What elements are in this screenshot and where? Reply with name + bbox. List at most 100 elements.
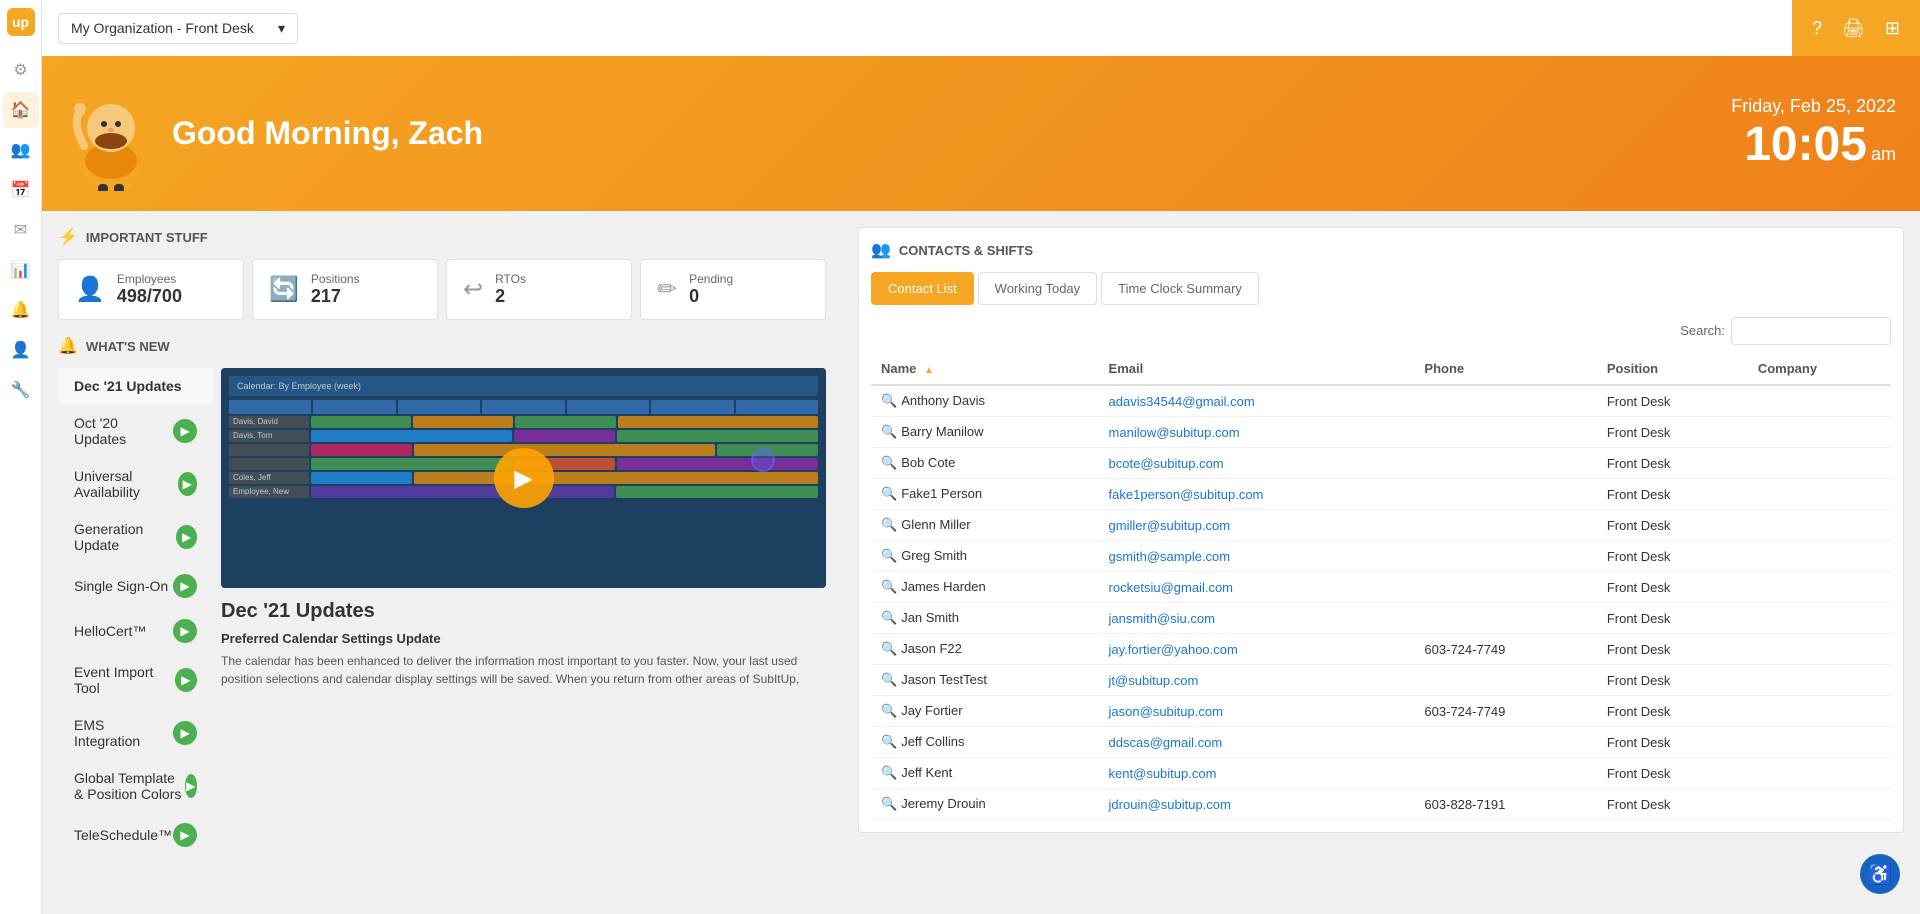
sidebar-item-calendar[interactable]: 📅 (3, 172, 39, 208)
list-item[interactable]: Single Sign-On ▶ (58, 564, 213, 609)
rtos-info: RTOs 2 (495, 272, 526, 307)
list-item[interactable]: Event Import Tool ▶ (58, 654, 213, 707)
table-row[interactable]: 🔍Jeff Collins ddscas@gmail.com Front Des… (871, 727, 1891, 758)
table-row[interactable]: 🔍Anthony Davis adavis34544@gmail.com Fro… (871, 385, 1891, 417)
positions-info: Positions 217 (311, 272, 360, 307)
video-preview[interactable]: Calendar: By Employee (week) (221, 368, 826, 588)
accessibility-button[interactable]: ♿ (1860, 854, 1900, 894)
email-link[interactable]: bcote@subitup.com (1109, 456, 1224, 471)
contact-phone (1414, 603, 1596, 634)
contact-position: Front Desk (1597, 385, 1748, 417)
contact-company (1748, 541, 1891, 572)
email-link[interactable]: kent@subitup.com (1109, 766, 1217, 781)
sidebar-item-profile[interactable]: 👤 (3, 332, 39, 368)
list-item[interactable]: Generation Update ▶ (58, 511, 213, 564)
grid-icon[interactable]: ⊞ (1885, 18, 1900, 39)
tab-working-today[interactable]: Working Today (978, 272, 1098, 305)
list-item[interactable]: Global Template & Position Colors ▶ (58, 760, 213, 813)
contacts-tbody: 🔍Anthony Davis adavis34544@gmail.com Fro… (871, 385, 1891, 820)
list-item[interactable]: TeleSchedule™ ▶ (58, 813, 213, 858)
email-link[interactable]: jason@subitup.com (1109, 704, 1223, 719)
play-button[interactable]: ▶ (494, 448, 554, 508)
contact-company (1748, 634, 1891, 665)
help-icon[interactable]: ? (1812, 18, 1822, 39)
contact-name: 🔍Fake1 Person (871, 479, 1099, 510)
print-icon[interactable]: 🖨 (1842, 18, 1865, 39)
contact-name: 🔍Bob Cote (871, 448, 1099, 479)
search-input[interactable] (1731, 317, 1891, 345)
app-logo[interactable]: up (7, 8, 35, 36)
contact-email: rocketsiu@gmail.com (1099, 572, 1415, 603)
org-selector[interactable]: My Organization - Front Desk ▾ (58, 13, 298, 44)
table-row[interactable]: 🔍Barry Manilow manilow@subitup.com Front… (871, 417, 1891, 448)
contact-position: Front Desk (1597, 479, 1748, 510)
employees-info: Employees 498/700 (117, 272, 182, 307)
item-label: Universal Availability (74, 468, 178, 500)
rtos-label: RTOs (495, 272, 526, 286)
email-link[interactable]: jay.fortier@yahoo.com (1109, 642, 1238, 657)
table-row[interactable]: 🔍Jeremy Drouin jdrouin@subitup.com 603-8… (871, 789, 1891, 820)
email-link[interactable]: jt@subitup.com (1109, 673, 1199, 688)
contact-phone: 603-828-7191 (1414, 789, 1596, 820)
table-row[interactable]: 🔍Fake1 Person fake1person@subitup.com Fr… (871, 479, 1891, 510)
contact-name: 🔍Jeff Collins (871, 727, 1099, 758)
tab-time-clock-summary[interactable]: Time Clock Summary (1101, 272, 1259, 305)
list-item[interactable]: HelloCert™ ▶ (58, 609, 213, 654)
arrow-icon: ▶ (173, 823, 197, 847)
table-row[interactable]: 🔍Jason TestTest jt@subitup.com Front Des… (871, 665, 1891, 696)
list-item[interactable]: Universal Availability ▶ (58, 458, 213, 511)
table-row[interactable]: 🔍Jeff Kent kent@subitup.com Front Desk (871, 758, 1891, 789)
sidebar-item-team[interactable]: 👥 (3, 132, 39, 168)
search-person-icon: 🔍 (881, 641, 897, 656)
contacts-title: CONTACTS & SHIFTS (899, 243, 1033, 258)
contact-position: Front Desk (1597, 417, 1748, 448)
list-item[interactable]: Dec '21 Updates (58, 368, 213, 405)
email-link[interactable]: manilow@subitup.com (1109, 425, 1240, 440)
stat-rtos: ↩ RTOs 2 (446, 259, 632, 320)
table-row[interactable]: 🔍Glenn Miller gmiller@subitup.com Front … (871, 510, 1891, 541)
email-link[interactable]: ddscas@gmail.com (1109, 735, 1223, 750)
employees-icon: 👤 (75, 275, 105, 304)
table-row[interactable]: 🔍Bob Cote bcote@subitup.com Front Desk (871, 448, 1891, 479)
col-company: Company (1748, 353, 1891, 385)
email-link[interactable]: gmiller@subitup.com (1109, 518, 1231, 533)
search-person-icon: 🔍 (881, 672, 897, 687)
table-row[interactable]: 🔍Jason F22 jay.fortier@yahoo.com 603-724… (871, 634, 1891, 665)
email-link[interactable]: jdrouin@subitup.com (1109, 797, 1231, 812)
right-panel: 👥 CONTACTS & SHIFTS Contact List Working… (842, 211, 1920, 914)
tab-contact-list[interactable]: Contact List (871, 272, 974, 305)
sidebar-item-tools[interactable]: 🔧 (3, 372, 39, 408)
table-row[interactable]: 🔍James Harden rocketsiu@gmail.com Front … (871, 572, 1891, 603)
contact-company (1748, 696, 1891, 727)
list-item[interactable]: EMS Integration ▶ (58, 707, 213, 760)
contact-email: fake1person@subitup.com (1099, 479, 1415, 510)
item-label: Global Template & Position Colors (74, 770, 185, 802)
sidebar-item-home[interactable]: 🏠 (3, 92, 39, 128)
email-link[interactable]: jansmith@siu.com (1109, 611, 1215, 626)
contact-company (1748, 758, 1891, 789)
email-link[interactable]: rocketsiu@gmail.com (1109, 580, 1233, 595)
email-link[interactable]: adavis34544@gmail.com (1109, 394, 1255, 409)
pending-label: Pending (689, 272, 733, 286)
col-phone: Phone (1414, 353, 1596, 385)
sidebar-item-settings[interactable]: ⚙ (3, 52, 39, 88)
table-row[interactable]: 🔍Jay Fortier jason@subitup.com 603-724-7… (871, 696, 1891, 727)
list-item[interactable]: Oct '20 Updates ▶ (58, 405, 213, 458)
search-person-icon: 🔍 (881, 734, 897, 749)
email-link[interactable]: gsmith@sample.com (1109, 549, 1231, 564)
whats-new-nav: Dec '21 Updates Oct '20 Updates ▶ Univer… (58, 368, 213, 858)
arrow-icon: ▶ (176, 525, 197, 549)
table-row[interactable]: 🔍Greg Smith gsmith@sample.com Front Desk (871, 541, 1891, 572)
arrow-icon: ▶ (175, 668, 197, 692)
contacts-section-header: 👥 CONTACTS & SHIFTS (871, 240, 1891, 260)
sidebar-item-notifications[interactable]: 🔔 (3, 292, 39, 328)
arrow-icon: ▶ (185, 774, 198, 798)
email-link[interactable]: fake1person@subitup.com (1109, 487, 1264, 502)
contacts-table: Name ▲ Email Phone Position Company 🔍Ant… (871, 353, 1891, 820)
search-person-icon: 🔍 (881, 579, 897, 594)
contact-phone (1414, 417, 1596, 448)
sidebar-item-reports[interactable]: 📊 (3, 252, 39, 288)
stat-pending: ✏ Pending 0 (640, 259, 826, 320)
table-row[interactable]: 🔍Jan Smith jansmith@siu.com Front Desk (871, 603, 1891, 634)
sidebar-item-messages[interactable]: ✉ (3, 212, 39, 248)
